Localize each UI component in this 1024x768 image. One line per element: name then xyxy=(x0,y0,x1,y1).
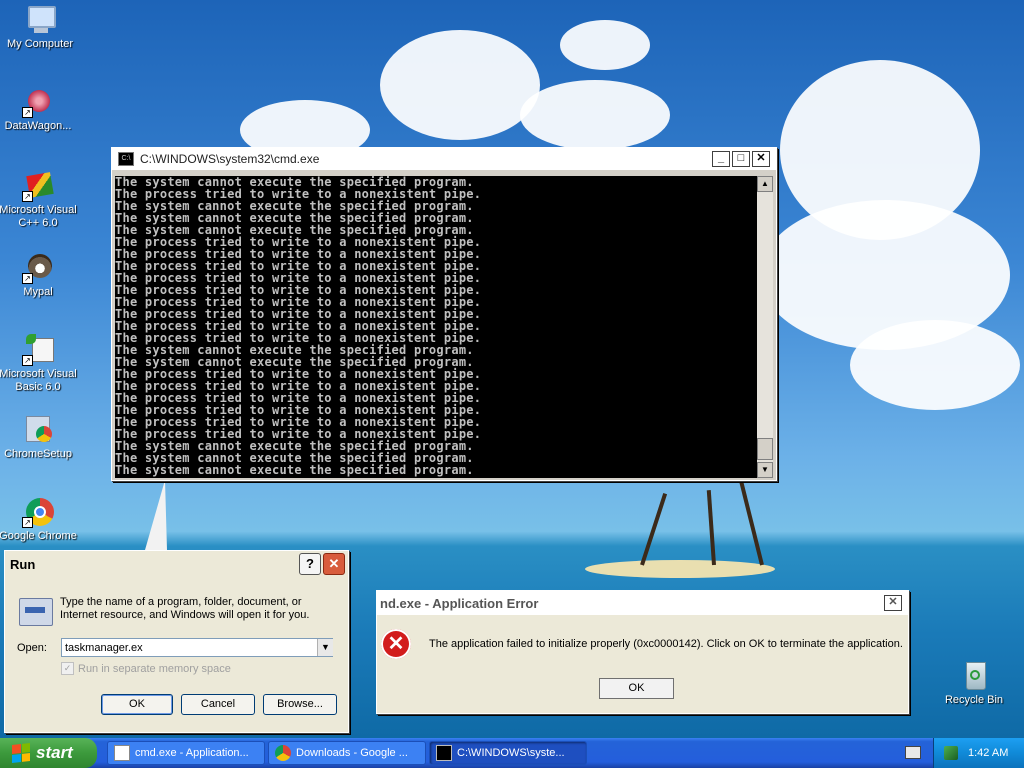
taskbar-item-downloads[interactable]: Downloads - Google ... xyxy=(268,741,426,765)
run-ok-button[interactable]: OK xyxy=(101,694,173,715)
shortcut-arrow-icon: ↗ xyxy=(22,273,33,284)
wallpaper-palm xyxy=(706,490,716,566)
open-dropdown-chevron-down-icon[interactable]: ▼ xyxy=(317,639,333,656)
taskbar-item-label: C:\WINDOWS\syste... xyxy=(457,747,565,759)
open-label: Open: xyxy=(17,642,47,654)
separate-memory-label: Run in separate memory space xyxy=(78,662,231,675)
cmd-window[interactable]: C:\ C:\WINDOWS\system32\cmd.exe _ □ ✕ Th… xyxy=(111,147,777,481)
clock[interactable]: 1:42 AM xyxy=(968,747,1008,759)
separate-memory-checkbox[interactable]: ✓ Run in separate memory space xyxy=(61,662,231,675)
application-error-dialog[interactable]: nd.exe - Application Error ✕ ✕ The appli… xyxy=(376,590,909,714)
run-browse-button[interactable]: Browse... xyxy=(263,694,337,715)
chrome-icon xyxy=(275,745,291,761)
error-close-button[interactable]: ✕ xyxy=(884,595,902,611)
wallpaper-island xyxy=(585,560,775,578)
shortcut-arrow-icon: ↗ xyxy=(22,355,33,366)
recycle-bin-icon xyxy=(958,660,990,692)
cmd-icon xyxy=(436,745,452,761)
chrome-icon: ↗ xyxy=(22,496,54,528)
desktop-icon-my-computer[interactable]: My Computer xyxy=(0,4,80,51)
error-icon: ✕ xyxy=(381,629,411,659)
window-icon xyxy=(114,745,130,761)
taskbar-item-label: Downloads - Google ... xyxy=(296,747,408,759)
scroll-down-arrow-icon[interactable]: ▼ xyxy=(757,462,773,478)
console-scrollbar[interactable]: ▲ ▼ xyxy=(757,176,773,478)
run-cancel-button[interactable]: Cancel xyxy=(181,694,255,715)
installer-icon xyxy=(22,414,54,446)
wallpaper-sailboat xyxy=(145,480,167,550)
wallpaper-cloud xyxy=(520,80,670,150)
maximize-button[interactable]: □ xyxy=(732,151,750,167)
taskbar-item-cmd-error[interactable]: cmd.exe - Application... xyxy=(107,741,265,765)
scroll-thumb[interactable] xyxy=(757,438,773,460)
windows-logo-icon xyxy=(12,743,30,763)
wallpaper-cloud xyxy=(850,320,1020,410)
console-line: The system cannot execute the specified … xyxy=(115,463,474,477)
wallpaper-cloud xyxy=(560,20,650,70)
scroll-up-arrow-icon[interactable]: ▲ xyxy=(757,176,773,192)
computer-icon xyxy=(24,4,56,36)
desktop-icon-mypal[interactable]: ↗ Mypal xyxy=(0,252,78,299)
error-ok-button[interactable]: OK xyxy=(599,678,674,699)
wallpaper-palm xyxy=(739,482,764,566)
cmd-window-title: C:\WINDOWS\system32\cmd.exe xyxy=(140,152,320,166)
error-dialog-title: nd.exe - Application Error xyxy=(380,595,539,611)
run-dialog[interactable]: Run ? ✕ Type the name of a program, fold… xyxy=(4,550,349,733)
desktop-icon-visual-basic[interactable]: ↗ Microsoft Visual Basic 6.0 xyxy=(0,334,78,394)
help-button[interactable]: ? xyxy=(299,553,321,575)
console-output[interactable]: The system cannot execute the specified … xyxy=(115,176,757,478)
run-icon xyxy=(19,598,53,626)
checkmark-icon: ✓ xyxy=(61,662,74,675)
visual-basic-icon: ↗ xyxy=(22,334,54,366)
minimize-button[interactable]: _ xyxy=(712,151,730,167)
start-label: start xyxy=(36,743,73,762)
keyboard-icon[interactable] xyxy=(905,746,921,759)
close-button[interactable]: ✕ xyxy=(752,151,770,167)
desktop-icon-recycle-bin[interactable]: Recycle Bin xyxy=(934,660,1014,707)
taskbar-item-label: cmd.exe - Application... xyxy=(135,747,249,759)
desktop-icon-visual-cpp[interactable]: ↗ Microsoft Visual C++ 6.0 xyxy=(0,170,78,230)
visual-cpp-icon: ↗ xyxy=(22,170,54,202)
taskbar: start cmd.exe - Application... Downloads… xyxy=(0,738,1024,768)
error-message: The application failed to initialize pro… xyxy=(429,638,903,650)
wallpaper-palm xyxy=(640,493,668,566)
start-button[interactable]: start xyxy=(0,738,97,768)
cmd-app-icon: C:\ xyxy=(118,152,134,166)
desktop: My Computer ↗ DataWagon... ↗ Microsoft V… xyxy=(0,0,1024,738)
datawagon-icon: ↗ xyxy=(22,86,54,118)
run-close-button[interactable]: ✕ xyxy=(323,553,345,575)
network-icon[interactable] xyxy=(944,746,958,760)
shortcut-arrow-icon: ↗ xyxy=(22,517,33,528)
desktop-icon-chromesetup[interactable]: ChromeSetup xyxy=(0,414,78,461)
shortcut-arrow-icon: ↗ xyxy=(22,191,33,202)
desktop-icon-google-chrome[interactable]: ↗ Google Chrome xyxy=(0,496,78,543)
shortcut-arrow-icon: ↗ xyxy=(22,107,33,118)
taskbar-item-cmd[interactable]: C:\WINDOWS\syste... xyxy=(429,741,587,765)
run-description: Type the name of a program, folder, docu… xyxy=(60,596,310,621)
run-dialog-title: Run xyxy=(10,556,36,572)
desktop-icon-datawagon[interactable]: ↗ DataWagon... xyxy=(0,86,78,133)
open-input[interactable]: taskmanager.ex xyxy=(61,638,333,657)
error-titlebar[interactable]: nd.exe - Application Error ✕ xyxy=(377,591,908,615)
run-titlebar[interactable]: Run ? ✕ xyxy=(5,551,348,577)
wallpaper-cloud xyxy=(380,30,540,140)
mypal-icon: ↗ xyxy=(22,252,54,284)
cmd-titlebar[interactable]: C:\ C:\WINDOWS\system32\cmd.exe _ □ ✕ xyxy=(112,148,776,170)
system-tray: 1:42 AM xyxy=(933,738,1024,768)
